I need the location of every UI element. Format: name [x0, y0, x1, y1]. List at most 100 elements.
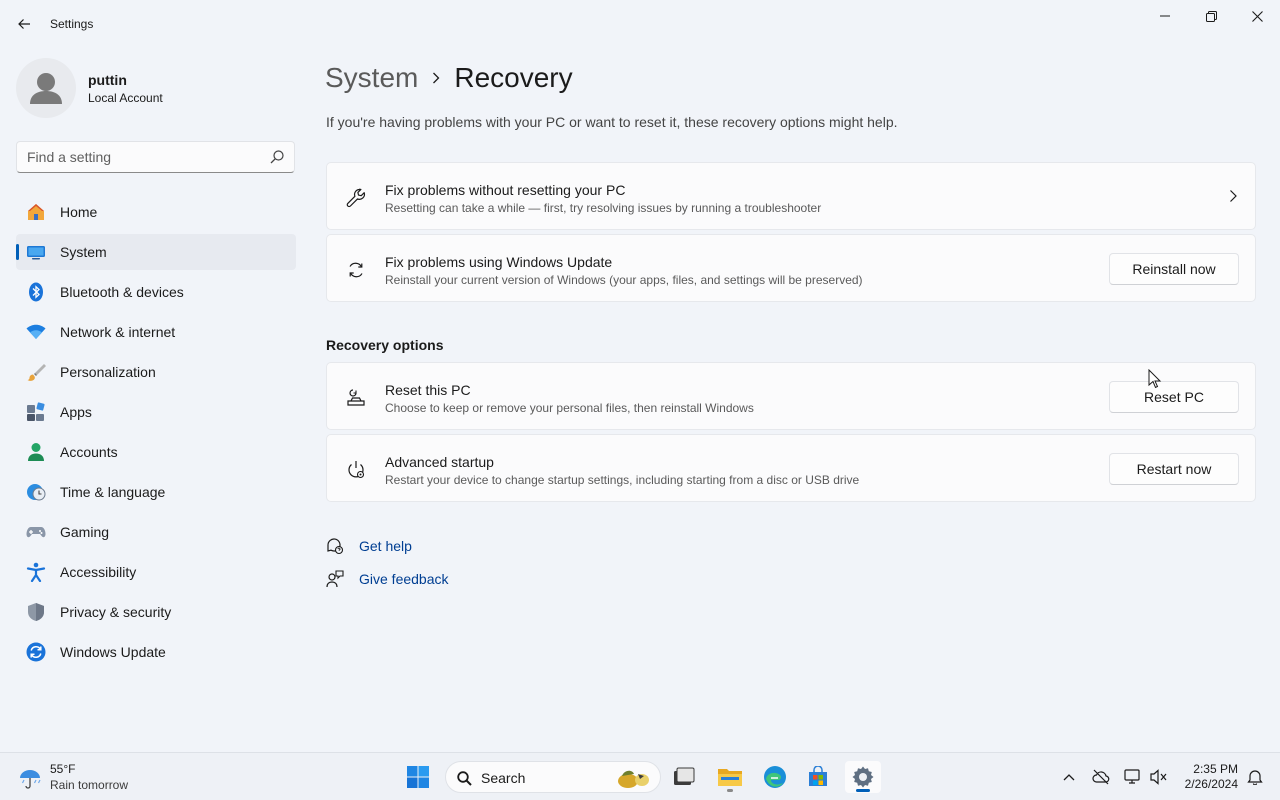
restart-now-button[interactable]: Restart now — [1109, 453, 1239, 485]
sidebar-item-windows-update[interactable]: Windows Update — [16, 634, 296, 670]
minimize-icon — [1160, 15, 1170, 17]
sidebar-item-label: Windows Update — [60, 644, 166, 660]
sidebar-item-label: Apps — [60, 404, 92, 420]
store-icon — [809, 766, 827, 786]
sidebar-item-label: Accessibility — [60, 564, 137, 580]
back-button[interactable] — [10, 10, 38, 38]
sidebar-item-label: Privacy & security — [60, 604, 172, 620]
close-icon — [1251, 10, 1263, 22]
sidebar-item-bluetooth[interactable]: Bluetooth & devices — [16, 274, 296, 310]
taskbar: 55°F Rain tomorrow Search 2:35 PM 2/26/2… — [0, 752, 1280, 800]
weather-temperature: 55°F — [50, 762, 76, 776]
volume-tray-button[interactable] — [1148, 767, 1170, 787]
sidebar-item-apps[interactable]: Apps — [16, 394, 296, 430]
task-view-icon — [674, 767, 695, 785]
notifications-button[interactable] — [1244, 767, 1266, 787]
wifi-icon — [26, 324, 46, 339]
reinstall-now-button[interactable]: Reinstall now — [1109, 253, 1239, 285]
reset-pc-button[interactable]: Reset PC — [1109, 381, 1239, 413]
sidebar-item-home[interactable]: Home — [16, 194, 296, 230]
accounts-icon — [28, 443, 44, 461]
store-button[interactable] — [800, 761, 836, 793]
reset-pc-card: Reset this PC Choose to keep or remove y… — [326, 362, 1256, 430]
give-feedback-link[interactable]: Give feedback — [326, 568, 449, 590]
advanced-startup-icon — [348, 461, 365, 479]
search-icon[interactable] — [270, 150, 284, 169]
update-icon — [26, 642, 46, 662]
windows-logo-icon — [407, 766, 429, 788]
feedback-icon — [326, 570, 344, 588]
settings-app-button[interactable] — [845, 761, 881, 793]
onedrive-tray-button[interactable] — [1090, 767, 1112, 787]
folder-icon — [718, 769, 742, 786]
back-arrow-icon — [18, 19, 30, 29]
sidebar-item-accessibility[interactable]: Accessibility — [16, 554, 296, 590]
system-clock[interactable]: 2:35 PM 2/26/2024 — [1176, 762, 1238, 792]
advanced-startup-card: Advanced startup Restart your device to … — [326, 434, 1256, 502]
card-title: Reset this PC — [385, 382, 471, 398]
taskbar-search[interactable]: Search — [445, 761, 661, 793]
accessibility-icon — [26, 562, 46, 582]
tray-overflow-button[interactable] — [1058, 767, 1080, 787]
weather-description: Rain tomorrow — [50, 778, 129, 792]
sidebar-item-network[interactable]: Network & internet — [16, 314, 296, 350]
sidebar-item-privacy[interactable]: Privacy & security — [16, 594, 296, 630]
app-title: Settings — [50, 17, 94, 31]
link-label[interactable]: Get help — [359, 538, 412, 554]
page-title: Recovery — [454, 62, 573, 93]
section-heading: Recovery options — [326, 337, 444, 353]
card-title: Fix problems without resetting your PC — [385, 182, 626, 198]
network-icon — [1124, 769, 1140, 784]
rain-icon — [20, 770, 41, 789]
user-name: puttin — [88, 72, 127, 88]
account-type: Local Account — [88, 91, 163, 105]
start-button[interactable] — [400, 761, 436, 793]
get-help-link[interactable]: Get help — [326, 535, 412, 557]
edge-browser-button[interactable] — [757, 761, 793, 793]
clock-time: 2:35 PM — [1193, 762, 1238, 776]
system-icon — [27, 246, 45, 260]
task-view-button[interactable] — [666, 761, 702, 793]
windows-update-card: Fix problems using Windows Update Reinst… — [326, 234, 1256, 302]
troubleshoot-card[interactable]: Fix problems without resetting your PC R… — [326, 162, 1256, 230]
volume-muted-icon — [1150, 769, 1167, 785]
settings-search[interactable] — [16, 141, 295, 173]
card-description: Reinstall your current version of Window… — [385, 273, 863, 287]
cloud-offline-icon — [1092, 769, 1110, 785]
close-button[interactable] — [1234, 0, 1280, 32]
file-explorer-button[interactable] — [712, 761, 748, 793]
search-icon — [457, 771, 472, 786]
home-icon — [28, 204, 44, 220]
shield-icon — [28, 603, 44, 621]
clock-globe-icon — [27, 484, 46, 501]
notification-icon — [1247, 770, 1263, 785]
sidebar-item-label: Accounts — [60, 444, 118, 460]
search-input[interactable] — [17, 142, 257, 172]
breadcrumb-parent[interactable]: System — [325, 62, 418, 94]
sidebar-item-personalization[interactable]: Personalization — [16, 354, 296, 390]
sidebar-item-system[interactable]: System — [16, 234, 296, 270]
minimize-button[interactable] — [1142, 0, 1188, 32]
page-description: If you're having problems with your PC o… — [326, 114, 898, 130]
bluetooth-icon — [29, 282, 43, 302]
chevron-right-icon — [1230, 190, 1237, 202]
restore-icon — [1205, 10, 1217, 22]
card-title: Fix problems using Windows Update — [385, 254, 613, 270]
breadcrumb: System Recovery — [325, 58, 573, 98]
card-title: Advanced startup — [385, 454, 494, 470]
chevron-right-icon — [432, 72, 440, 84]
card-description: Choose to keep or remove your personal f… — [385, 401, 754, 415]
sidebar-item-time-language[interactable]: Time & language — [16, 474, 296, 510]
network-tray-button[interactable] — [1122, 767, 1144, 787]
reset-pc-icon — [347, 389, 365, 406]
sync-icon — [349, 262, 363, 278]
sidebar-item-label: Gaming — [60, 524, 110, 540]
mouse-cursor-icon — [1148, 369, 1162, 389]
sidebar-item-label: Home — [60, 204, 98, 220]
sidebar-item-accounts[interactable]: Accounts — [16, 434, 296, 470]
maximize-button[interactable] — [1188, 0, 1234, 32]
gamepad-icon — [26, 527, 46, 538]
sidebar-item-gaming[interactable]: Gaming — [16, 514, 296, 550]
sidebar-item-label: Bluetooth & devices — [60, 284, 184, 300]
link-label[interactable]: Give feedback — [359, 571, 449, 587]
